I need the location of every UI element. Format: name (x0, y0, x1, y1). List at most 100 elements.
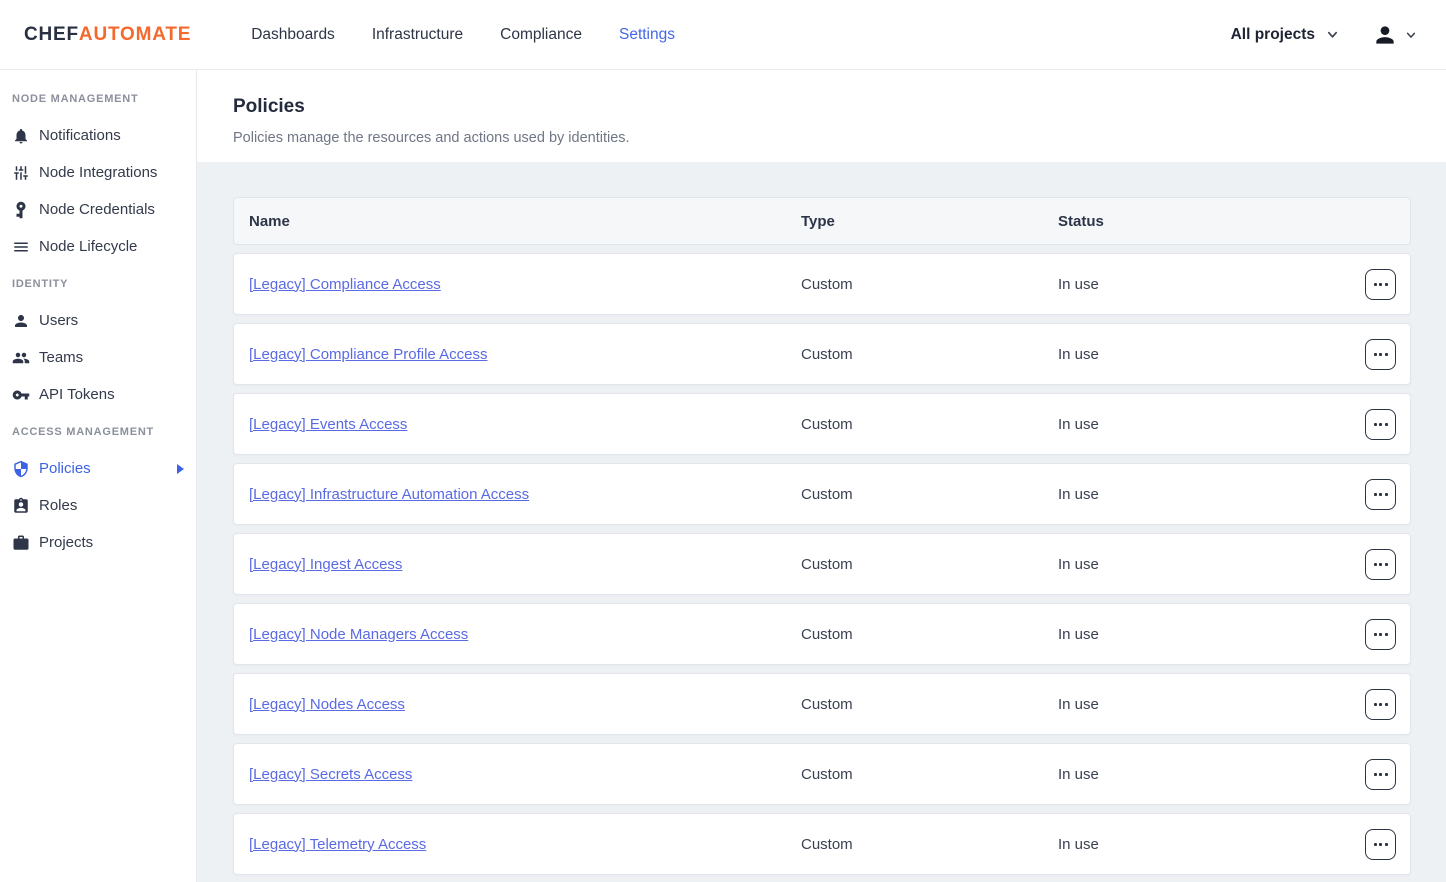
policy-type: Custom (801, 626, 1058, 643)
nav-infrastructure[interactable]: Infrastructure (372, 26, 463, 44)
sidebar-item-users[interactable]: Users (0, 302, 196, 339)
table-row: [Legacy] Telemetry Access Custom In use (233, 813, 1411, 875)
policy-name-link[interactable]: [Legacy] Infrastructure Automation Acces… (249, 486, 801, 503)
policy-type: Custom (801, 486, 1058, 503)
table-row: [Legacy] Events Access Custom In use (233, 393, 1411, 455)
shield-icon (12, 460, 30, 478)
top-navigation-bar: CHEFAUTOMATE Dashboards Infrastructure C… (0, 0, 1446, 70)
page-title: Policies (233, 96, 1446, 118)
table-row: [Legacy] Infrastructure Automation Acces… (233, 463, 1411, 525)
ellipsis-icon (1379, 773, 1382, 776)
main-nav: Dashboards Infrastructure Compliance Set… (251, 26, 675, 44)
nav-settings[interactable]: Settings (619, 26, 675, 44)
key-vertical-icon (12, 201, 30, 219)
column-header-status: Status (1058, 213, 1396, 230)
ellipsis-icon (1385, 283, 1388, 286)
policy-type: Custom (801, 416, 1058, 433)
ellipsis-icon (1374, 633, 1377, 636)
nav-dashboards[interactable]: Dashboards (251, 26, 335, 44)
ellipsis-icon (1385, 773, 1388, 776)
logo-automate-text: AUTOMATE (79, 24, 191, 46)
sidebar-item-policies[interactable]: Policies (0, 450, 196, 487)
ellipsis-icon (1385, 843, 1388, 846)
ellipsis-icon (1374, 773, 1377, 776)
policy-name-link[interactable]: [Legacy] Secrets Access (249, 766, 801, 783)
ellipsis-icon (1374, 703, 1377, 706)
policy-name-link[interactable]: [Legacy] Compliance Access (249, 276, 801, 293)
table-row: [Legacy] Compliance Access Custom In use (233, 253, 1411, 315)
list-icon (12, 238, 30, 256)
table-row: [Legacy] Compliance Profile Access Custo… (233, 323, 1411, 385)
main-content: Policies Policies manage the resources a… (197, 70, 1446, 882)
page-header: Policies Policies manage the resources a… (197, 70, 1446, 162)
table-row: [Legacy] Node Managers Access Custom In … (233, 603, 1411, 665)
policy-name-link[interactable]: [Legacy] Events Access (249, 416, 801, 433)
row-menu-button[interactable] (1365, 409, 1396, 440)
bell-icon (12, 127, 30, 145)
ellipsis-icon (1374, 353, 1377, 356)
policy-status: In use (1058, 556, 1365, 573)
policy-name-link[interactable]: [Legacy] Telemetry Access (249, 836, 801, 853)
ellipsis-icon (1385, 423, 1388, 426)
people-icon (12, 349, 30, 367)
ellipsis-icon (1374, 493, 1377, 496)
row-menu-button[interactable] (1365, 689, 1396, 720)
section-access-management: ACCESS MANAGEMENT (0, 413, 196, 450)
ellipsis-icon (1379, 633, 1382, 636)
row-menu-button[interactable] (1365, 759, 1396, 790)
policy-status: In use (1058, 416, 1365, 433)
policy-status: In use (1058, 766, 1365, 783)
sidebar-item-label: Projects (39, 534, 93, 551)
row-menu-button[interactable] (1365, 269, 1396, 300)
row-menu-button[interactable] (1365, 619, 1396, 650)
sidebar-item-node-integrations[interactable]: Node Integrations (0, 154, 196, 191)
sidebar-item-api-tokens[interactable]: API Tokens (0, 376, 196, 413)
sidebar-item-projects[interactable]: Projects (0, 524, 196, 561)
projects-filter-dropdown[interactable]: All projects (1231, 26, 1338, 44)
ellipsis-icon (1385, 353, 1388, 356)
badge-person-icon (12, 497, 30, 515)
policy-name-link[interactable]: [Legacy] Ingest Access (249, 556, 801, 573)
row-menu-button[interactable] (1365, 479, 1396, 510)
policy-type: Custom (801, 696, 1058, 713)
policies-table: Name Type Status [Legacy] Compliance Acc… (197, 162, 1446, 875)
section-node-management: NODE MANAGEMENT (0, 80, 196, 117)
nav-compliance[interactable]: Compliance (500, 26, 582, 44)
column-header-name: Name (249, 213, 801, 230)
ellipsis-icon (1374, 563, 1377, 566)
settings-sidebar: NODE MANAGEMENT Notifications Node Integ… (0, 70, 197, 882)
sidebar-item-label: Roles (39, 497, 77, 514)
briefcase-icon (12, 534, 30, 552)
page-subtitle: Policies manage the resources and action… (233, 130, 1446, 146)
sidebar-item-label: Node Lifecycle (39, 238, 137, 255)
ellipsis-icon (1385, 633, 1388, 636)
policy-status: In use (1058, 346, 1365, 363)
sidebar-item-roles[interactable]: Roles (0, 487, 196, 524)
policy-name-link[interactable]: [Legacy] Nodes Access (249, 696, 801, 713)
row-menu-button[interactable] (1365, 549, 1396, 580)
row-menu-button[interactable] (1365, 339, 1396, 370)
sidebar-item-node-lifecycle[interactable]: Node Lifecycle (0, 228, 196, 265)
ellipsis-icon (1379, 843, 1382, 846)
sidebar-item-label: Node Integrations (39, 164, 157, 181)
ellipsis-icon (1379, 493, 1382, 496)
sidebar-item-label: Teams (39, 349, 83, 366)
row-menu-button[interactable] (1365, 829, 1396, 860)
ellipsis-icon (1385, 493, 1388, 496)
key-icon (12, 386, 30, 404)
chef-automate-logo[interactable]: CHEFAUTOMATE (24, 24, 191, 46)
policy-name-link[interactable]: [Legacy] Node Managers Access (249, 626, 801, 643)
policy-status: In use (1058, 486, 1365, 503)
policy-name-link[interactable]: [Legacy] Compliance Profile Access (249, 346, 801, 363)
ellipsis-icon (1379, 353, 1382, 356)
user-menu[interactable] (1372, 22, 1416, 48)
ellipsis-icon (1374, 283, 1377, 286)
sidebar-item-label: Notifications (39, 127, 121, 144)
policy-type: Custom (801, 836, 1058, 853)
chevron-down-icon (1406, 30, 1416, 40)
sidebar-item-teams[interactable]: Teams (0, 339, 196, 376)
ellipsis-icon (1379, 423, 1382, 426)
sidebar-item-notifications[interactable]: Notifications (0, 117, 196, 154)
person-icon (1372, 22, 1398, 48)
sidebar-item-node-credentials[interactable]: Node Credentials (0, 191, 196, 228)
